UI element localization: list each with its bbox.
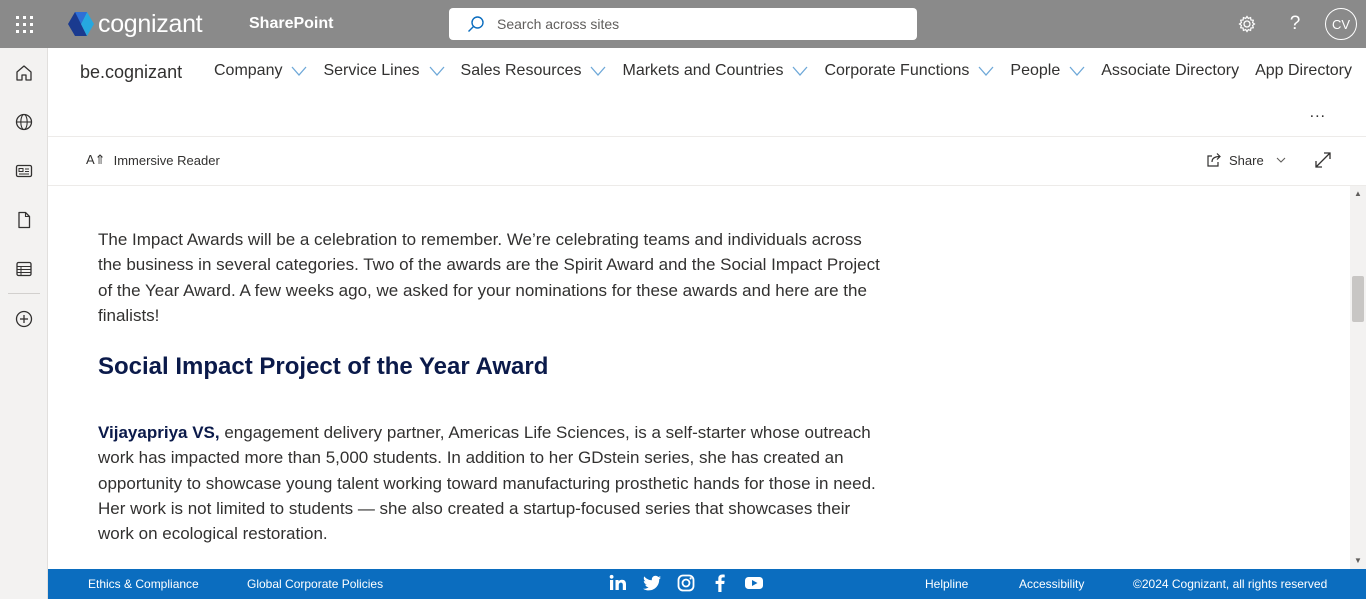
share-label: Share: [1229, 152, 1264, 168]
search-input[interactable]: [497, 16, 897, 32]
brand-name: cognizant: [98, 9, 203, 38]
global-policies-link[interactable]: Global Corporate Policies: [247, 577, 383, 591]
finalist-paragraph: Vijayapriya VS, engagement delivery part…: [98, 420, 888, 546]
chevron-down-icon: [590, 66, 606, 76]
linkedin-icon[interactable]: [608, 573, 628, 593]
command-bar: A⇑ Immersive Reader Share: [48, 137, 1366, 186]
chevron-down-icon: [1276, 157, 1286, 163]
news-button[interactable]: [0, 146, 48, 195]
avatar[interactable]: CV: [1325, 8, 1357, 40]
nav-item-sales-resources[interactable]: Sales Resources: [461, 62, 607, 80]
nav-item-service-lines[interactable]: Service Lines: [323, 62, 445, 80]
share-icon: [1207, 153, 1221, 167]
search-box[interactable]: [449, 8, 917, 40]
hub-navigation: be.cognizant Company Service Lines Sales…: [48, 48, 1366, 137]
chevron-down-icon: [792, 66, 808, 76]
waffle-icon: [15, 15, 33, 33]
list-icon: [16, 261, 32, 276]
scroll-up-arrow-icon[interactable]: ▲: [1354, 190, 1362, 198]
chevron-down-icon: [429, 66, 445, 76]
twitter-icon[interactable]: [642, 573, 662, 593]
expand-icon[interactable]: [1314, 151, 1332, 169]
more-nav-button[interactable]: ...: [1310, 104, 1326, 122]
ethics-compliance-link[interactable]: Ethics & Compliance: [88, 577, 199, 591]
home-button[interactable]: [0, 48, 48, 97]
nav-item-label: App Directory: [1255, 62, 1352, 79]
facebook-icon[interactable]: [710, 573, 730, 593]
globe-icon: [15, 113, 33, 130]
helpline-link[interactable]: Helpline: [925, 577, 968, 591]
news-icon: [15, 164, 33, 177]
immersive-reader-icon: A⇑: [86, 152, 106, 167]
instagram-icon[interactable]: [676, 573, 696, 593]
create-button[interactable]: [0, 294, 48, 343]
nav-item-app-directory[interactable]: App Directory: [1255, 62, 1352, 80]
scroll-down-arrow-icon[interactable]: ▼: [1354, 557, 1362, 565]
nav-item-corporate-functions[interactable]: Corporate Functions: [824, 62, 994, 80]
nav-item-associate-directory[interactable]: Associate Directory: [1101, 62, 1239, 80]
suite-actions: ? CV: [1223, 0, 1366, 48]
question-icon: ?: [1289, 13, 1301, 34]
lists-button[interactable]: [0, 244, 48, 293]
help-button[interactable]: ?: [1271, 0, 1319, 48]
sites-button[interactable]: [0, 97, 48, 146]
search-icon: [468, 16, 484, 32]
copyright-text: ©2024 Cognizant, all rights reserved: [1133, 577, 1328, 591]
app-name[interactable]: SharePoint: [249, 15, 333, 33]
scroll-thumb[interactable]: [1352, 276, 1364, 322]
nav-item-company[interactable]: Company: [214, 62, 307, 80]
chevron-down-icon: [291, 66, 307, 76]
cognizant-logo[interactable]: cognizant: [66, 9, 203, 39]
immersive-reader-button[interactable]: A⇑ Immersive Reader: [86, 152, 220, 168]
immersive-reader-label: Immersive Reader: [113, 152, 220, 168]
nav-item-label: Markets and Countries: [622, 62, 784, 79]
youtube-icon[interactable]: [744, 573, 764, 593]
section-heading: Social Impact Project of the Year Award: [98, 353, 549, 380]
nav-item-label: People: [1010, 62, 1061, 79]
app-launcher-button[interactable]: [0, 0, 48, 48]
nav-item-label: Associate Directory: [1101, 62, 1240, 79]
nav-item-people[interactable]: People: [1010, 62, 1085, 80]
social-links: [608, 573, 778, 593]
add-circle-icon: [15, 310, 33, 327]
app-bar: [0, 48, 48, 599]
share-button[interactable]: Share: [1206, 152, 1293, 168]
gear-icon: [1238, 15, 1256, 33]
files-button[interactable]: [0, 195, 48, 244]
chevron-down-icon: [978, 66, 994, 76]
cognizant-logo-mark-icon: [68, 12, 94, 36]
nav-item-markets-and-countries[interactable]: Markets and Countries: [622, 62, 808, 80]
nav-items: Company Service Lines Sales Resources Ma…: [214, 62, 1366, 80]
nav-item-label: Corporate Functions: [824, 62, 970, 79]
nav-item-label: Service Lines: [323, 62, 420, 79]
suite-bar: cognizant SharePoint ? CV: [0, 0, 1366, 48]
accessibility-link[interactable]: Accessibility: [1019, 577, 1084, 591]
site-title[interactable]: be.cognizant: [80, 62, 182, 83]
intro-paragraph: The Impact Awards will be a celebration …: [98, 230, 880, 325]
nav-item-label: Company: [214, 62, 283, 79]
finalist-name: Vijayapriya VS,: [98, 423, 220, 442]
nav-item-label: Sales Resources: [460, 62, 582, 79]
vertical-scrollbar[interactable]: ▲ ▼: [1350, 186, 1366, 569]
footer: Ethics & Compliance Global Corporate Pol…: [48, 569, 1366, 599]
document-icon: [18, 211, 31, 228]
chevron-down-icon: [1069, 66, 1085, 76]
settings-button[interactable]: [1223, 0, 1271, 48]
home-icon: [16, 64, 32, 81]
article-content: The Impact Awards will be a celebration …: [48, 186, 1350, 569]
